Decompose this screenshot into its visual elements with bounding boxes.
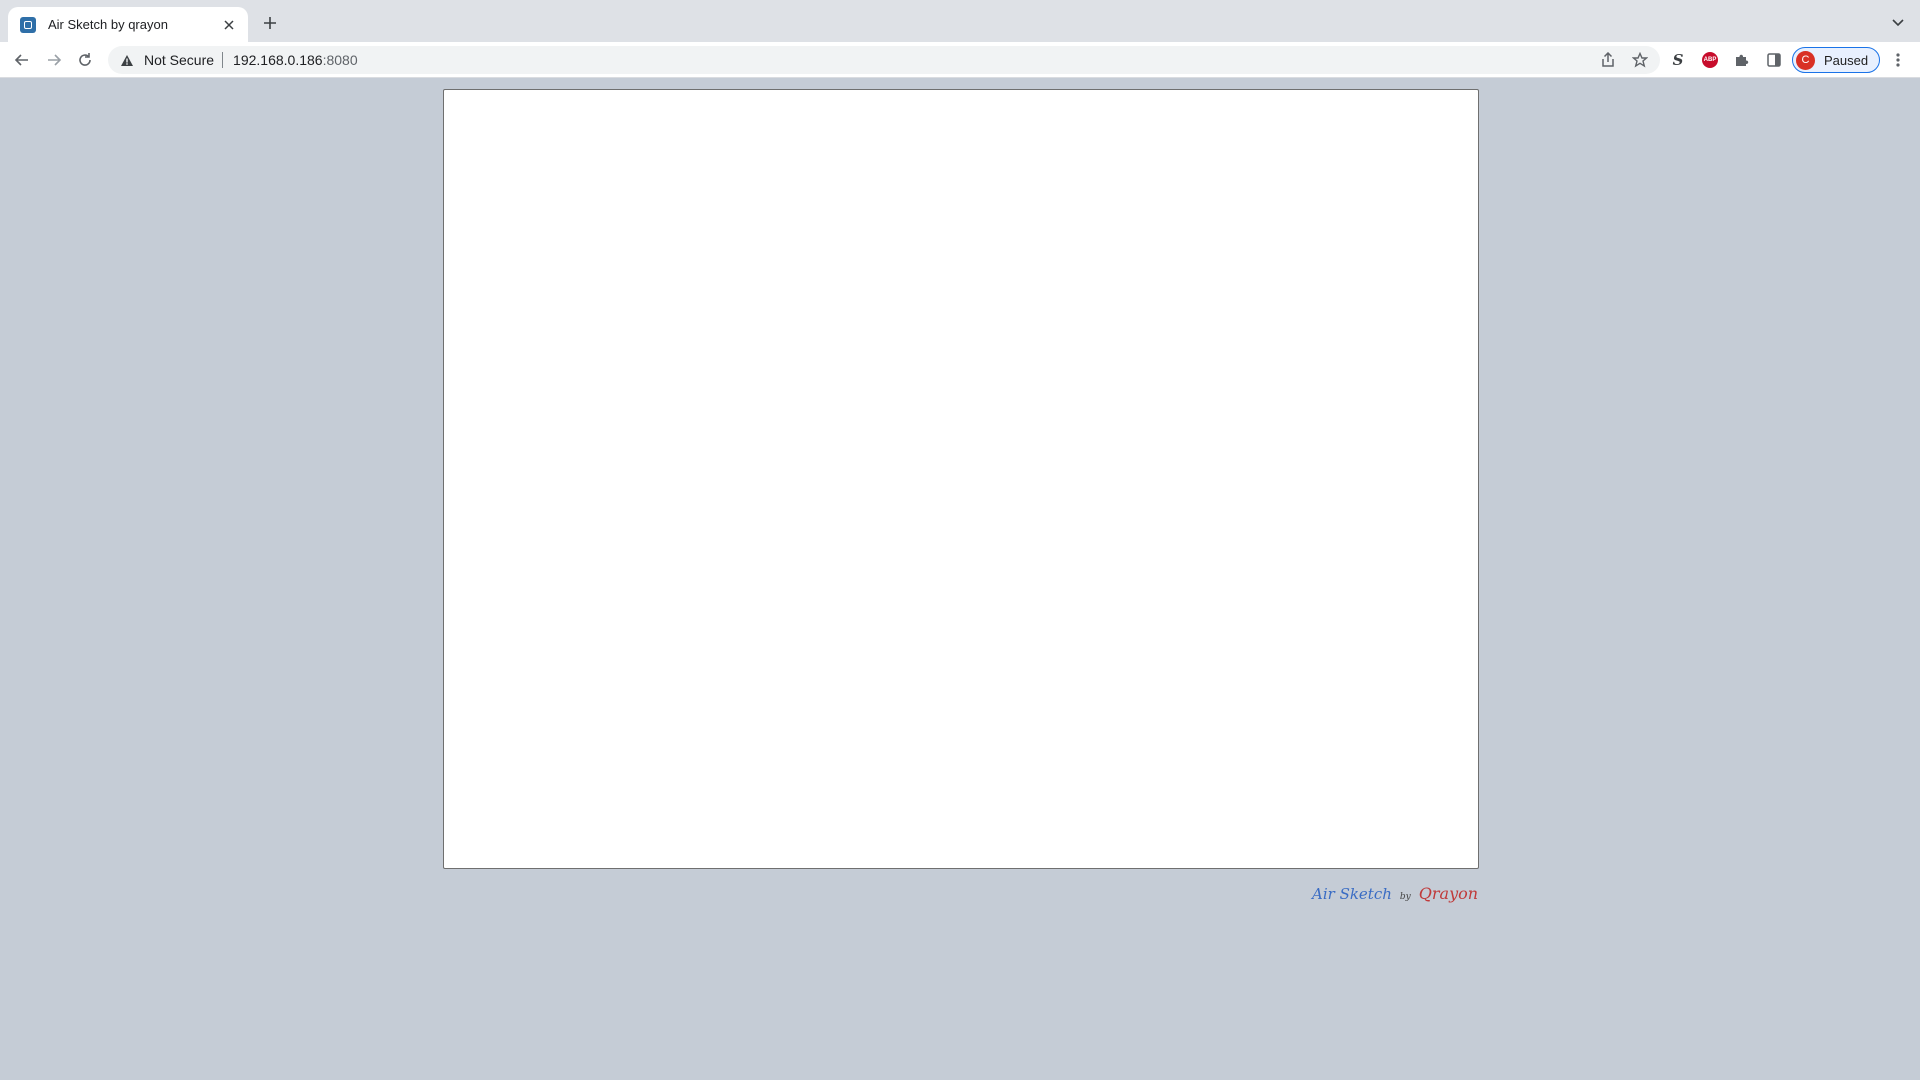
url-port[interactable]: :8080 xyxy=(323,52,358,68)
url-host[interactable]: 192.168.0.186 xyxy=(233,52,323,68)
back-arrow-icon[interactable] xyxy=(10,48,34,72)
security-label[interactable]: Not Secure xyxy=(144,52,214,68)
profile-button[interactable]: C Paused xyxy=(1792,47,1880,73)
sketch-canvas[interactable] xyxy=(443,89,1479,869)
brand-vendor-name: Qrayon xyxy=(1418,884,1479,903)
profile-status: Paused xyxy=(1824,52,1869,68)
address-divider xyxy=(222,52,224,68)
tab-title: Air Sketch by qrayon xyxy=(48,17,168,32)
address-bar-actions xyxy=(1598,50,1650,70)
air-sketch-favicon-icon xyxy=(20,16,36,33)
reload-icon[interactable] xyxy=(73,48,97,72)
avatar: C xyxy=(1796,50,1815,70)
s-extension-icon[interactable]: S xyxy=(1666,48,1690,72)
share-icon[interactable] xyxy=(1598,50,1618,70)
bookmark-star-icon[interactable] xyxy=(1630,50,1650,70)
tab-close-icon[interactable] xyxy=(220,16,238,34)
address-bar[interactable]: Not Secure 192.168.0.186:8080 xyxy=(108,46,1660,74)
footer-brand-logo: Air Sketch by Qrayon xyxy=(1312,884,1478,912)
brand-by: by xyxy=(1399,892,1411,902)
browser-tab[interactable]: Air Sketch by qrayon xyxy=(8,7,248,42)
tab-strip: Air Sketch by qrayon xyxy=(0,0,1920,42)
warning-icon[interactable] xyxy=(120,53,134,67)
tab-list-chevron-down-icon[interactable] xyxy=(1888,13,1908,33)
more-options-icon[interactable] xyxy=(1888,48,1908,72)
puzzle-extensions-icon[interactable] xyxy=(1730,48,1754,72)
side-panel-icon[interactable] xyxy=(1762,48,1786,72)
browser-toolbar: Not Secure 192.168.0.186:8080 S ABP C Pa… xyxy=(0,42,1920,78)
brand-app-name: Air Sketch xyxy=(1312,885,1392,903)
forward-arrow-icon[interactable] xyxy=(42,48,66,72)
new-tab-icon[interactable] xyxy=(260,13,280,33)
adblock-plus-icon[interactable]: ABP xyxy=(1698,48,1722,72)
